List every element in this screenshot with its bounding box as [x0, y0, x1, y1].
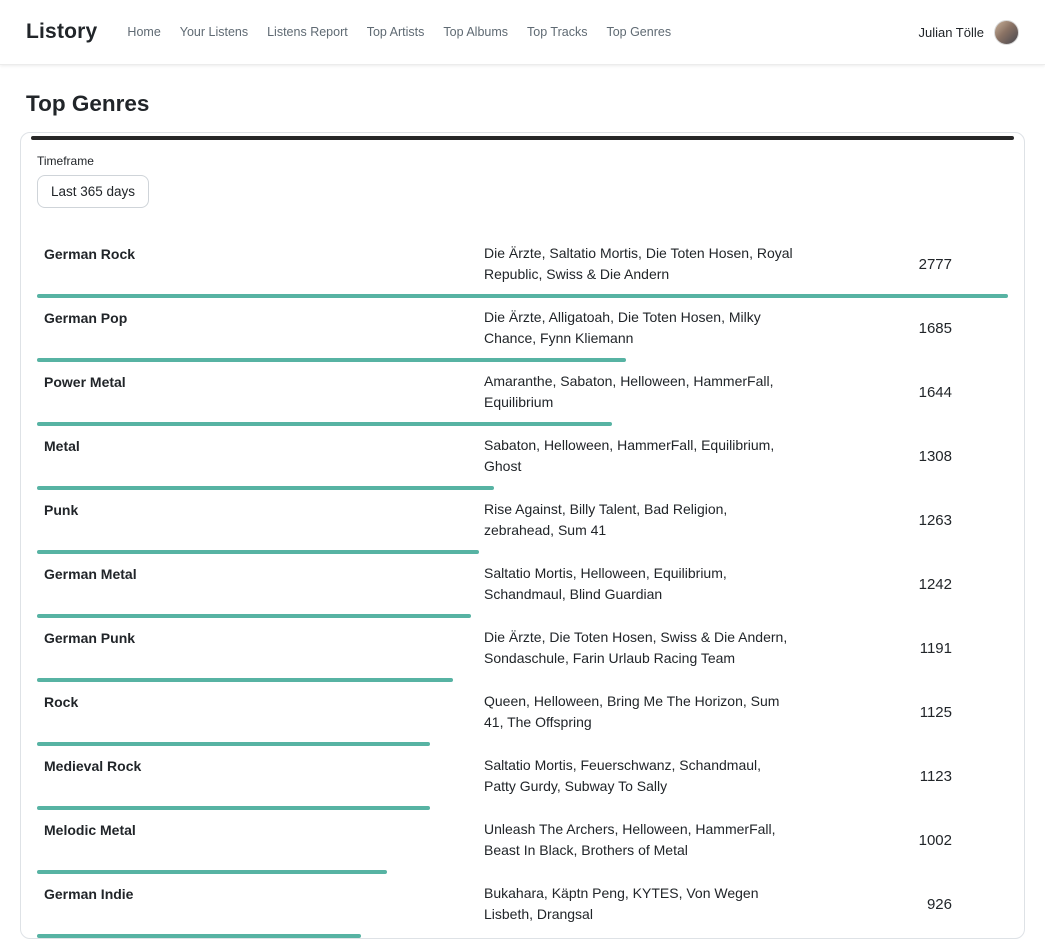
genres-card: Timeframe Last 365 days German RockDie Ä…: [20, 132, 1025, 939]
genre-artists: Saltatio Mortis, Helloween, Equilibrium,…: [484, 563, 794, 605]
nav-item-listens-report[interactable]: Listens Report: [267, 25, 348, 39]
genre-row: German PunkDie Ärzte, Die Toten Hosen, S…: [21, 618, 1024, 682]
genre-name: German Punk: [37, 627, 484, 669]
nav-item-top-artists[interactable]: Top Artists: [367, 25, 425, 39]
user-menu[interactable]: Julian Tölle: [918, 20, 1019, 45]
genre-count: 1263: [794, 512, 1008, 529]
timeframe-control: Timeframe Last 365 days: [21, 140, 1024, 210]
genre-artists: Rise Against, Billy Talent, Bad Religion…: [484, 499, 794, 541]
genre-count: 2777: [794, 256, 1008, 273]
genre-artists: Sabaton, Helloween, HammerFall, Equilibr…: [484, 435, 794, 477]
genre-row: PunkRise Against, Billy Talent, Bad Reli…: [21, 490, 1024, 554]
app-logo[interactable]: Listory: [26, 20, 97, 44]
genre-artists: Amaranthe, Sabaton, Helloween, HammerFal…: [484, 371, 794, 413]
timeframe-select[interactable]: Last 365 days: [37, 175, 149, 208]
genre-name: Metal: [37, 435, 484, 477]
genre-count: 1123: [794, 768, 1008, 785]
genre-row: German MetalSaltatio Mortis, Helloween, …: [21, 554, 1024, 618]
genre-count: 1242: [794, 576, 1008, 593]
genre-name: Medieval Rock: [37, 755, 484, 797]
genre-artists: Die Ärzte, Saltatio Mortis, Die Toten Ho…: [484, 243, 794, 285]
nav-links: Home Your Listens Listens Report Top Artist…: [127, 25, 888, 39]
genre-count: 1644: [794, 384, 1008, 401]
genre-artists: Bukahara, Käptn Peng, KYTES, Von Wegen L…: [484, 883, 794, 925]
nav-item-your-listens[interactable]: Your Listens: [180, 25, 248, 39]
main-content: Top Genres Timeframe Last 365 days Germa…: [0, 91, 1045, 939]
genre-row: Medieval RockSaltatio Mortis, Feuerschwa…: [21, 746, 1024, 810]
nav-item-top-tracks[interactable]: Top Tracks: [527, 25, 587, 39]
genre-artists: Saltatio Mortis, Feuerschwanz, Schandmau…: [484, 755, 794, 797]
genre-row: MetalSabaton, Helloween, HammerFall, Equ…: [21, 426, 1024, 490]
timeframe-label: Timeframe: [37, 154, 1008, 168]
genre-artists: Die Ärzte, Alligatoah, Die Toten Hosen, …: [484, 307, 794, 349]
genre-bar: [37, 934, 361, 938]
genre-artists: Die Ärzte, Die Toten Hosen, Swiss & Die …: [484, 627, 794, 669]
nav-item-home[interactable]: Home: [127, 25, 160, 39]
genre-name: Melodic Metal: [37, 819, 484, 861]
genre-row: German PopDie Ärzte, Alligatoah, Die Tot…: [21, 298, 1024, 362]
genre-row: Melodic MetalUnleash The Archers, Hellow…: [21, 810, 1024, 874]
genre-name: Rock: [37, 691, 484, 733]
page-title: Top Genres: [26, 91, 1019, 117]
genre-count: 1191: [794, 640, 1008, 657]
genre-artists: Unleash The Archers, Helloween, HammerFa…: [484, 819, 794, 861]
genre-count: 1125: [794, 704, 1008, 721]
top-nav: Listory Home Your Listens Listens Report To…: [0, 0, 1045, 65]
genre-count: 926: [794, 896, 1008, 913]
genre-name: German Indie: [37, 883, 484, 925]
genres-table: German RockDie Ärzte, Saltatio Mortis, D…: [21, 234, 1024, 938]
genre-name: Power Metal: [37, 371, 484, 413]
genre-row: German RockDie Ärzte, Saltatio Mortis, D…: [21, 234, 1024, 298]
avatar[interactable]: [994, 20, 1019, 45]
genre-name: German Metal: [37, 563, 484, 605]
genre-count: 1685: [794, 320, 1008, 337]
genre-row: RockQueen, Helloween, Bring Me The Horiz…: [21, 682, 1024, 746]
genre-name: German Pop: [37, 307, 484, 349]
genre-name: Punk: [37, 499, 484, 541]
genre-artists: Queen, Helloween, Bring Me The Horizon, …: [484, 691, 794, 733]
genre-row: Power MetalAmaranthe, Sabaton, Helloween…: [21, 362, 1024, 426]
genre-name: German Rock: [37, 243, 484, 285]
genre-row: German IndieBukahara, Käptn Peng, KYTES,…: [21, 874, 1024, 938]
nav-item-top-albums[interactable]: Top Albums: [443, 25, 508, 39]
genre-count: 1308: [794, 448, 1008, 465]
nav-item-top-genres[interactable]: Top Genres: [606, 25, 671, 39]
genre-count: 1002: [794, 832, 1008, 849]
user-name: Julian Tölle: [918, 25, 984, 40]
